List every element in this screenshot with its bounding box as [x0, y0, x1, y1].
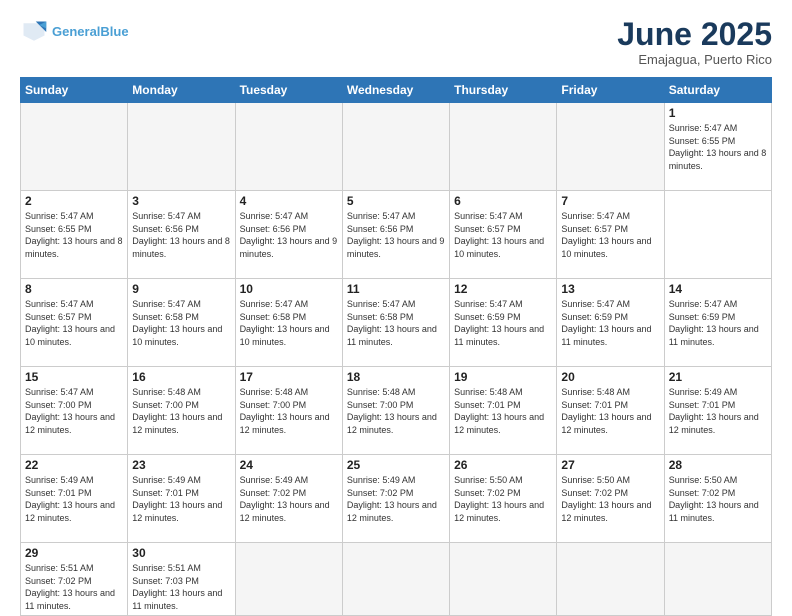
table-row: 7Sunrise: 5:47 AMSunset: 6:57 PMDaylight…	[557, 191, 664, 279]
table-row: 19Sunrise: 5:48 AMSunset: 7:01 PMDayligh…	[450, 367, 557, 455]
table-row	[235, 543, 342, 616]
table-row	[342, 103, 449, 191]
calendar-header-row: Sunday Monday Tuesday Wednesday Thursday…	[21, 78, 772, 103]
month-title: June 2025	[617, 18, 772, 50]
logo-text: GeneralBlue	[52, 24, 129, 40]
table-row: 28Sunrise: 5:50 AMSunset: 7:02 PMDayligh…	[664, 455, 771, 543]
logo-icon	[20, 18, 48, 46]
table-row: 23Sunrise: 5:49 AMSunset: 7:01 PMDayligh…	[128, 455, 235, 543]
table-row	[450, 103, 557, 191]
calendar: Sunday Monday Tuesday Wednesday Thursday…	[20, 77, 772, 616]
table-row: 13Sunrise: 5:47 AMSunset: 6:59 PMDayligh…	[557, 279, 664, 367]
table-row: 12Sunrise: 5:47 AMSunset: 6:59 PMDayligh…	[450, 279, 557, 367]
table-row: 30Sunrise: 5:51 AMSunset: 7:03 PMDayligh…	[128, 543, 235, 616]
table-row: 17Sunrise: 5:48 AMSunset: 7:00 PMDayligh…	[235, 367, 342, 455]
table-row: 26Sunrise: 5:50 AMSunset: 7:02 PMDayligh…	[450, 455, 557, 543]
table-row	[21, 103, 128, 191]
table-row: 16Sunrise: 5:48 AMSunset: 7:00 PMDayligh…	[128, 367, 235, 455]
table-row: 6Sunrise: 5:47 AMSunset: 6:57 PMDaylight…	[450, 191, 557, 279]
col-tuesday: Tuesday	[235, 78, 342, 103]
table-row: 18Sunrise: 5:48 AMSunset: 7:00 PMDayligh…	[342, 367, 449, 455]
col-friday: Friday	[557, 78, 664, 103]
table-row: 22Sunrise: 5:49 AMSunset: 7:01 PMDayligh…	[21, 455, 128, 543]
table-row: 29Sunrise: 5:51 AMSunset: 7:02 PMDayligh…	[21, 543, 128, 616]
table-row	[128, 103, 235, 191]
table-row: 5Sunrise: 5:47 AMSunset: 6:56 PMDaylight…	[342, 191, 449, 279]
col-wednesday: Wednesday	[342, 78, 449, 103]
table-row: 1Sunrise: 5:47 AMSunset: 6:55 PMDaylight…	[664, 103, 771, 191]
header: GeneralBlue June 2025 Emajagua, Puerto R…	[20, 18, 772, 67]
table-row: 8Sunrise: 5:47 AMSunset: 6:57 PMDaylight…	[21, 279, 128, 367]
table-row	[557, 543, 664, 616]
table-row: 2Sunrise: 5:47 AMSunset: 6:55 PMDaylight…	[21, 191, 128, 279]
table-row	[235, 103, 342, 191]
table-row: 3Sunrise: 5:47 AMSunset: 6:56 PMDaylight…	[128, 191, 235, 279]
table-row: 11Sunrise: 5:47 AMSunset: 6:58 PMDayligh…	[342, 279, 449, 367]
title-block: June 2025 Emajagua, Puerto Rico	[617, 18, 772, 67]
col-saturday: Saturday	[664, 78, 771, 103]
table-row: 24Sunrise: 5:49 AMSunset: 7:02 PMDayligh…	[235, 455, 342, 543]
table-row	[664, 543, 771, 616]
table-row: 4Sunrise: 5:47 AMSunset: 6:56 PMDaylight…	[235, 191, 342, 279]
table-row: 14Sunrise: 5:47 AMSunset: 6:59 PMDayligh…	[664, 279, 771, 367]
table-row: 21Sunrise: 5:49 AMSunset: 7:01 PMDayligh…	[664, 367, 771, 455]
logo: GeneralBlue	[20, 18, 129, 46]
table-row: 20Sunrise: 5:48 AMSunset: 7:01 PMDayligh…	[557, 367, 664, 455]
table-row: 25Sunrise: 5:49 AMSunset: 7:02 PMDayligh…	[342, 455, 449, 543]
table-row	[342, 543, 449, 616]
col-monday: Monday	[128, 78, 235, 103]
table-row: 15Sunrise: 5:47 AMSunset: 7:00 PMDayligh…	[21, 367, 128, 455]
location: Emajagua, Puerto Rico	[617, 52, 772, 67]
col-thursday: Thursday	[450, 78, 557, 103]
table-row: 9Sunrise: 5:47 AMSunset: 6:58 PMDaylight…	[128, 279, 235, 367]
table-row	[450, 543, 557, 616]
table-row: 27Sunrise: 5:50 AMSunset: 7:02 PMDayligh…	[557, 455, 664, 543]
table-row	[557, 103, 664, 191]
page: GeneralBlue June 2025 Emajagua, Puerto R…	[0, 0, 792, 612]
col-sunday: Sunday	[21, 78, 128, 103]
table-row: 10Sunrise: 5:47 AMSunset: 6:58 PMDayligh…	[235, 279, 342, 367]
